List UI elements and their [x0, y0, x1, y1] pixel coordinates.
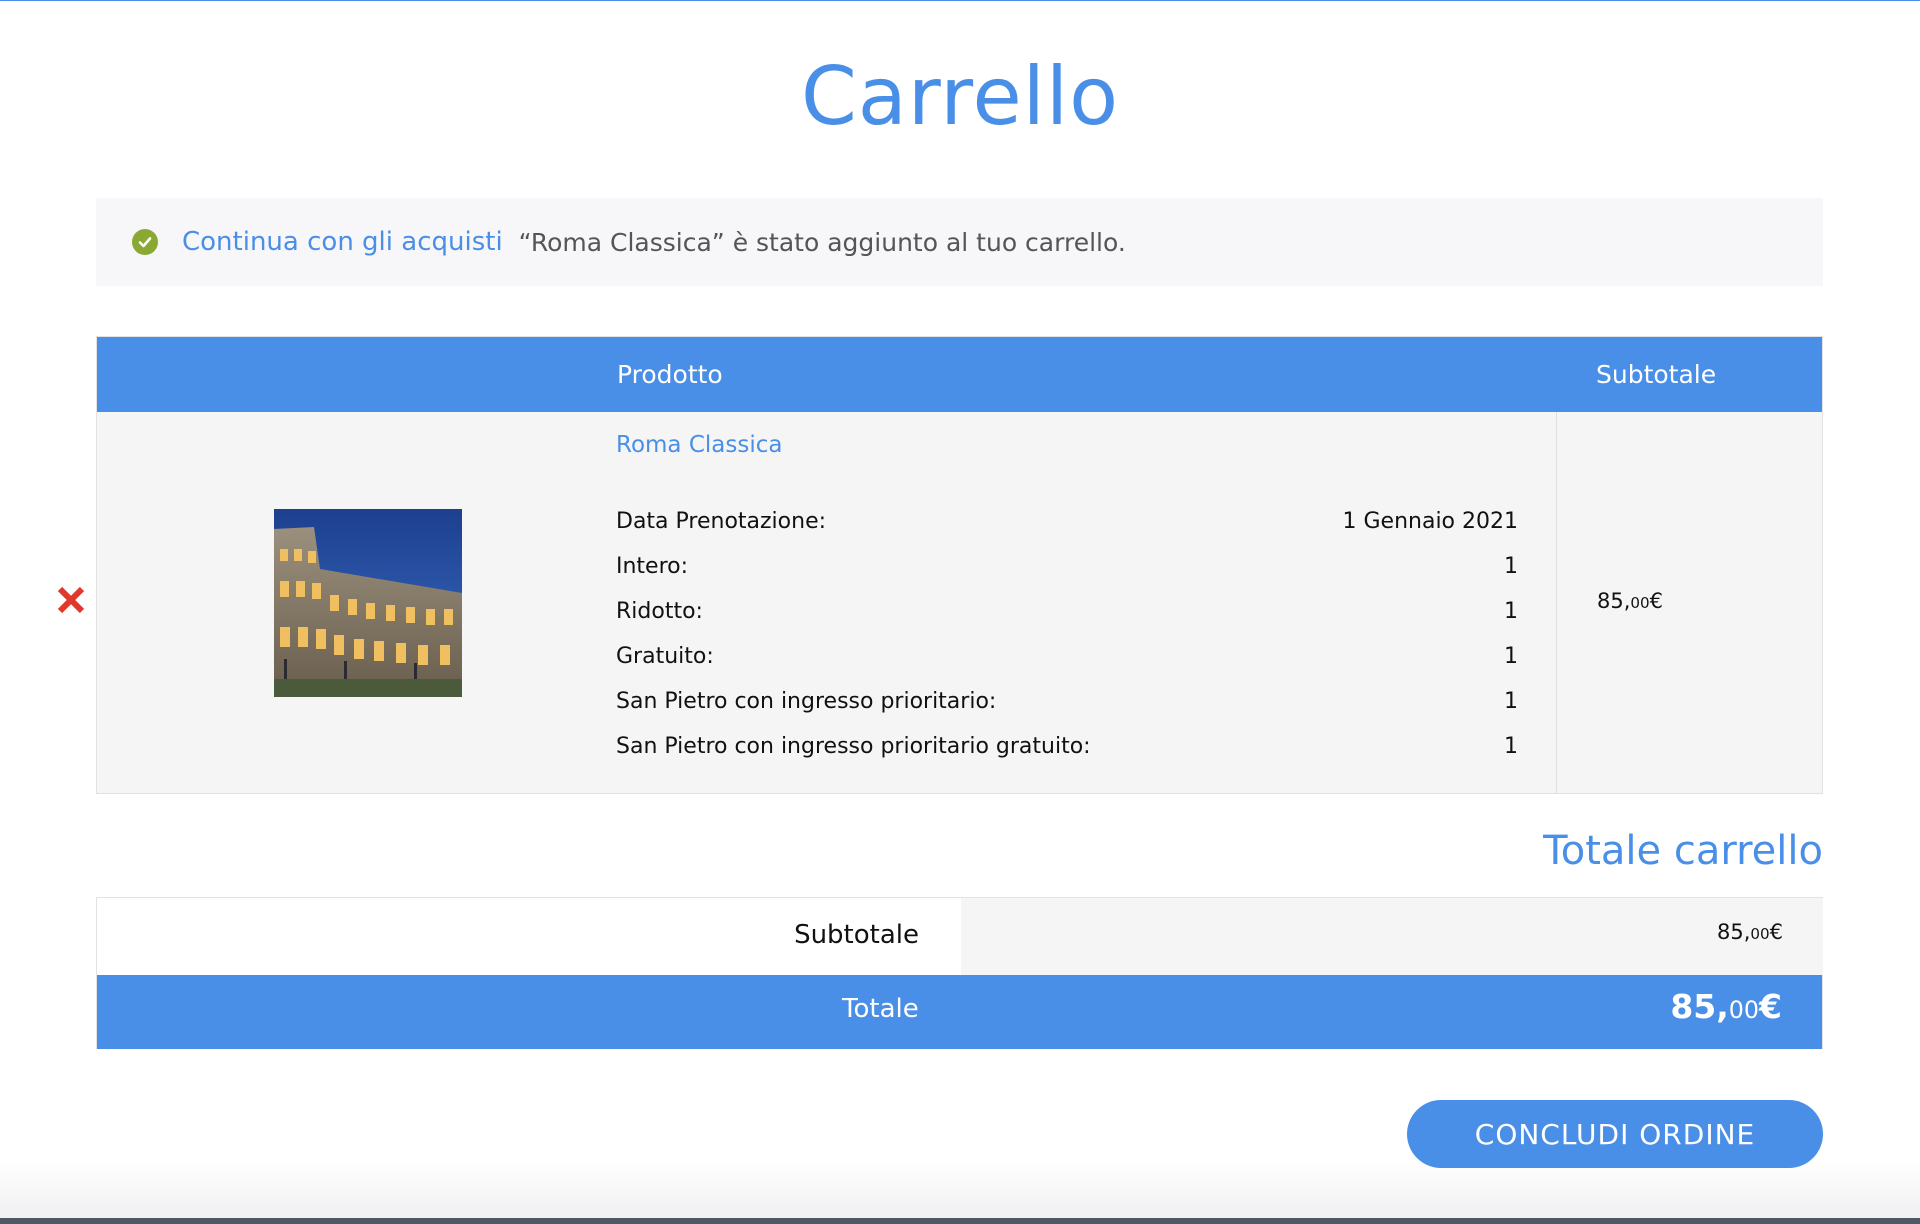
line-subtotal-price: 85,00€: [1597, 589, 1663, 613]
bottom-bar: [0, 1218, 1920, 1224]
remove-item-button[interactable]: [56, 585, 86, 615]
meta-row: San Pietro con ingresso prioritario: 1: [616, 689, 1518, 719]
price-cents: 00: [1750, 925, 1770, 943]
price-integer: 85,: [1670, 987, 1729, 1026]
page-title: Carrello: [800, 50, 1120, 143]
check-circle-icon: [132, 229, 158, 255]
meta-label: Ridotto:: [616, 599, 703, 624]
subtotal-value: 85,00€: [1717, 920, 1783, 944]
price-cents: 00: [1728, 996, 1760, 1024]
price-currency: €: [1769, 920, 1783, 944]
meta-label: San Pietro con ingresso prioritario:: [616, 689, 997, 714]
meta-value: 1: [1504, 644, 1518, 669]
subtotal-label-cell: Subtotale: [97, 898, 961, 975]
cart-notice: Continua con gli acquisti “Roma Classica…: [96, 198, 1823, 286]
meta-row: Data Prenotazione: 1 Gennaio 2021: [616, 509, 1518, 539]
top-divider: [0, 0, 1920, 1]
total-value: 85,00€: [1670, 987, 1782, 1026]
meta-value: 1: [1504, 734, 1518, 759]
notice-message: “Roma Classica” è stato aggiunto al tuo …: [518, 227, 1126, 257]
meta-value: 1: [1504, 599, 1518, 624]
cart-table-header: Prodotto Subtotale: [97, 337, 1822, 412]
total-row: Totale 85,00€: [97, 975, 1822, 1049]
meta-label: Data Prenotazione:: [616, 509, 827, 534]
price-currency: €: [1649, 589, 1664, 613]
cart-totals-title: Totale carrello: [1543, 828, 1823, 874]
price-currency: €: [1759, 987, 1782, 1026]
meta-value: 1: [1504, 554, 1518, 579]
cart-page: Carrello Continua con gli acquisti “Roma…: [0, 0, 1920, 1224]
column-divider: [1556, 412, 1557, 794]
meta-row: Gratuito: 1: [616, 644, 1518, 674]
header-product: Prodotto: [617, 360, 723, 389]
price-integer: 85,: [1597, 589, 1631, 613]
meta-row: Intero: 1: [616, 554, 1518, 584]
product-name-link[interactable]: Roma Classica: [616, 432, 782, 458]
price-integer: 85,: [1716, 920, 1751, 944]
subtotal-value-cell: 85,00€: [961, 898, 1823, 975]
total-label: Totale: [842, 994, 919, 1024]
checkout-button[interactable]: CONCLUDI ORDINE: [1407, 1100, 1823, 1168]
price-cents: 00: [1630, 594, 1650, 612]
subtotal-label: Subtotale: [794, 920, 919, 950]
cart-totals-table: Subtotale 85,00€ Totale 85,00€: [96, 897, 1823, 1049]
header-subtotal: Subtotale: [1596, 360, 1717, 389]
meta-row: San Pietro con ingresso prioritario grat…: [616, 734, 1518, 764]
meta-row: Ridotto: 1: [616, 599, 1518, 629]
meta-value: 1: [1504, 689, 1518, 714]
remove-x-icon: [57, 586, 85, 614]
product-thumbnail[interactable]: [274, 509, 462, 697]
meta-value: 1 Gennaio 2021: [1342, 509, 1519, 534]
meta-label: Gratuito:: [616, 644, 714, 669]
meta-label: Intero:: [616, 554, 689, 579]
continue-shopping-link[interactable]: Continua con gli acquisti: [182, 227, 503, 257]
colosseum-photo: [274, 509, 462, 697]
meta-label: San Pietro con ingresso prioritario grat…: [616, 734, 1091, 759]
